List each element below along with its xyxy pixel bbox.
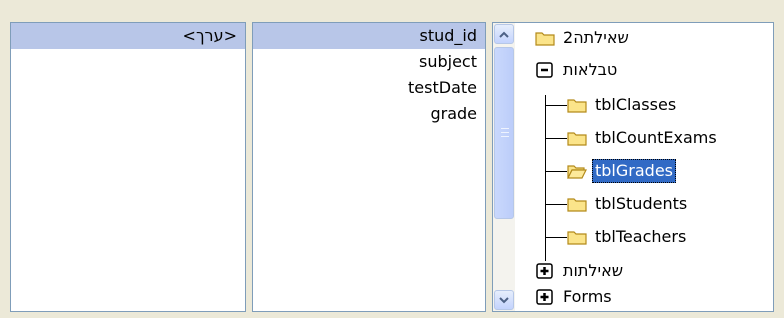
scroll-thumb[interactable] — [494, 47, 514, 219]
query-builder-window: <ערך> stud_id subject testDate grade שאי… — [0, 0, 784, 318]
tree-connector-line — [545, 171, 567, 172]
tree-node-table-tblstudents[interactable]: tblStudents — [567, 192, 690, 216]
tree-connector-line — [545, 105, 567, 106]
tree-node-label: tblCountExams — [595, 128, 717, 147]
tree-node-label: שאילתה2 — [563, 28, 629, 47]
tree-node-table-tblcountexams[interactable]: tblCountExams — [567, 126, 720, 150]
folder-icon — [567, 99, 587, 113]
scroll-down-button[interactable] — [494, 290, 514, 310]
object-tree[interactable]: שאילתה2 טבלאות tblClasses tblCountExams — [492, 22, 774, 312]
value-item[interactable]: <ערך> — [11, 23, 245, 49]
tree-node-label-selected: tblGrades — [592, 159, 676, 183]
folder-icon — [567, 198, 587, 212]
tree-node-queries-group[interactable]: שאילתות — [535, 259, 626, 283]
tree-node-label: Forms — [563, 287, 612, 306]
thumb-grip-icon — [501, 128, 509, 137]
tree-node-table-tblteachers[interactable]: tblTeachers — [567, 225, 689, 249]
tree-node-forms-group[interactable]: Forms — [535, 285, 615, 309]
field-item-stud-id[interactable]: stud_id — [253, 23, 485, 49]
values-list[interactable]: <ערך> — [10, 22, 246, 312]
scroll-up-button[interactable] — [494, 24, 514, 44]
tree-node-table-tblgrades[interactable]: tblGrades — [567, 159, 676, 183]
folder-icon — [567, 132, 587, 146]
folder-open-icon — [567, 165, 587, 179]
tree-connector-line — [545, 138, 567, 139]
tree-connector-line — [545, 237, 567, 238]
plus-box-icon[interactable] — [535, 289, 555, 305]
field-item-testdate[interactable]: testDate — [253, 75, 485, 101]
tree-node-label: tblTeachers — [595, 227, 687, 246]
tree-scrollbar[interactable] — [493, 23, 515, 311]
tree-node-label: tblStudents — [595, 194, 688, 213]
arrow-down-icon — [499, 296, 509, 303]
field-item-subject[interactable]: subject — [253, 49, 485, 75]
tree-node-table-tblclasses[interactable]: tblClasses — [567, 93, 679, 117]
fields-list[interactable]: stud_id subject testDate grade — [252, 22, 486, 312]
plus-box-icon[interactable] — [535, 263, 555, 279]
minus-box-icon[interactable] — [535, 62, 555, 78]
folder-icon — [535, 32, 555, 46]
folder-icon — [567, 231, 587, 245]
tree-node-root-query[interactable]: שאילתה2 — [535, 26, 632, 50]
tree-node-label: tblClasses — [595, 95, 677, 114]
tree-node-label: שאילתות — [563, 261, 624, 280]
arrow-up-icon — [499, 31, 509, 38]
tree-node-label: טבלאות — [563, 60, 618, 79]
field-item-grade[interactable]: grade — [253, 101, 485, 127]
tree-node-tables-group[interactable]: טבלאות — [535, 58, 620, 82]
tree-connector-line — [545, 204, 567, 205]
